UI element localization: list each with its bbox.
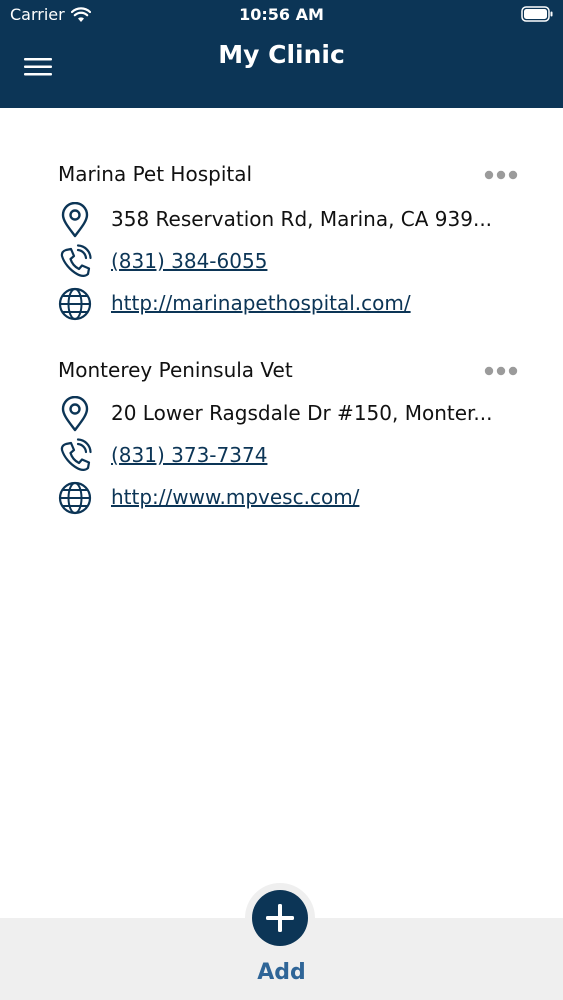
add-button[interactable] (252, 890, 308, 946)
status-bar: Carrier 10:56 AM (0, 0, 563, 30)
clinic-phone-link[interactable]: (831) 373-7374 (111, 443, 511, 467)
more-options-icon[interactable] (484, 364, 518, 378)
clinic-address-row: 20 Lower Ragsdale Dr #150, Monter... (58, 396, 528, 436)
battery-icon (521, 6, 553, 22)
clinic-address: 20 Lower Ragsdale Dr #150, Monter... (111, 401, 493, 425)
clinic-website-link[interactable]: http://marinapethospital.com/ (111, 291, 511, 315)
clinic-phone-link[interactable]: (831) 384-6055 (111, 249, 511, 273)
clinic-website-link[interactable]: http://www.mpvesc.com/ (111, 485, 511, 509)
clinic-phone-row[interactable]: (831) 373-7374 (58, 438, 528, 478)
clinic-website-row[interactable]: http://www.mpvesc.com/ (58, 480, 528, 520)
clinic-phone-row[interactable]: (831) 384-6055 (58, 244, 528, 284)
page-title: My Clinic (218, 40, 345, 69)
clinic-address: 358 Reservation Rd, Marina, CA 939... (111, 207, 493, 231)
location-pin-icon (61, 396, 89, 432)
clinic-website-row[interactable]: http://marinapethospital.com/ (58, 286, 528, 326)
clinic-name: Monterey Peninsula Vet (58, 358, 293, 382)
phone-icon (60, 244, 92, 277)
globe-icon (58, 481, 92, 515)
globe-icon (58, 287, 92, 321)
add-label[interactable]: Add (0, 960, 563, 985)
plus-icon (266, 904, 294, 932)
app-header: Carrier 10:56 AM My Clinic (0, 0, 563, 108)
clinic-address-row: 358 Reservation Rd, Marina, CA 939... (58, 202, 528, 242)
more-options-icon[interactable] (484, 168, 518, 182)
location-pin-icon (61, 202, 89, 238)
clinic-name: Marina Pet Hospital (58, 162, 253, 186)
status-time: 10:56 AM (239, 5, 324, 24)
phone-icon (60, 438, 92, 471)
